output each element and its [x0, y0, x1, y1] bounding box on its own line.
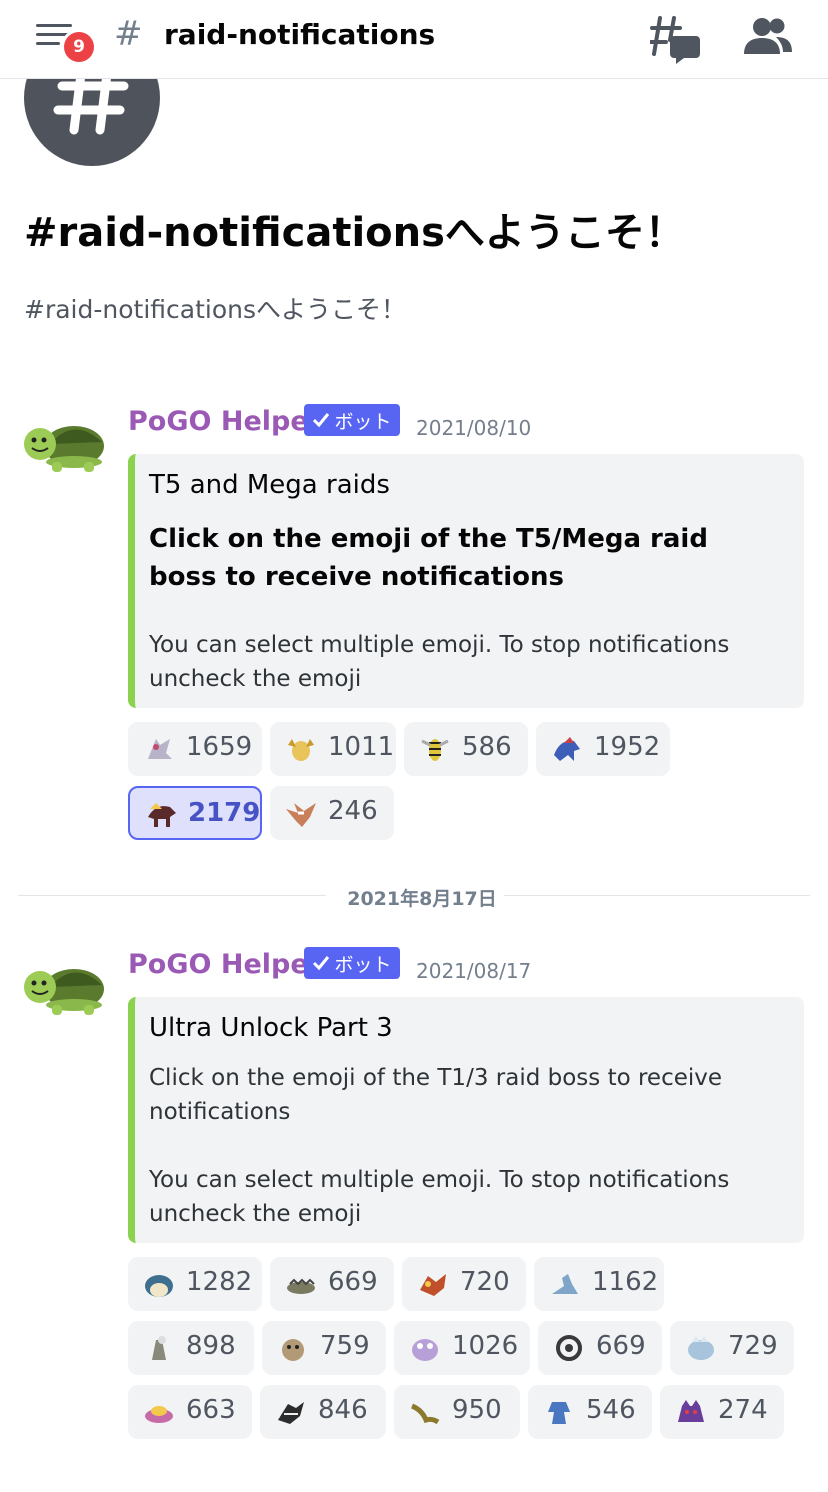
pokemon-emoji-icon: [548, 1270, 582, 1298]
bot-tag-label: ボット: [334, 410, 392, 433]
date-divider: 2021年8月17日: [18, 884, 810, 910]
reaction-count: 246: [328, 796, 378, 826]
pokemon-emoji-icon: [418, 735, 452, 763]
reaction-button[interactable]: 274: [660, 1385, 784, 1439]
reaction-button[interactable]: 898: [128, 1321, 254, 1375]
pokemon-emoji-icon: [142, 1270, 176, 1298]
members-icon: [744, 18, 792, 54]
pokemon-emoji-icon: [550, 735, 584, 763]
reaction-button[interactable]: 586: [404, 722, 528, 776]
reaction-button[interactable]: 950: [394, 1385, 520, 1439]
reaction-button[interactable]: 1659: [128, 722, 262, 776]
reaction-count: 729: [728, 1331, 778, 1361]
reaction-count: 669: [596, 1331, 646, 1361]
pokemon-emoji-icon: [284, 735, 318, 763]
member-list-button[interactable]: [742, 16, 794, 58]
pokemon-emoji-icon: [408, 1334, 442, 1362]
channel-header: 9 # raid-notifications: [0, 0, 828, 79]
checkmark-icon: [313, 413, 330, 428]
pokemon-emoji-icon: [284, 1270, 318, 1298]
reaction-count: 586: [462, 732, 512, 762]
reaction-button[interactable]: 1011: [270, 722, 396, 776]
reaction-button[interactable]: 1952: [536, 722, 670, 776]
reaction-button[interactable]: 1162: [534, 1257, 664, 1311]
reaction-button[interactable]: 729: [670, 1321, 794, 1375]
bot-tag: ボット: [304, 404, 400, 436]
reaction-count: 898: [186, 1331, 236, 1361]
message-author[interactable]: PoGO Helper: [128, 406, 322, 437]
reaction-count: 663: [186, 1395, 236, 1425]
reaction-button[interactable]: 246: [270, 786, 394, 840]
pokemon-emoji-icon: [408, 1398, 442, 1426]
threads-button[interactable]: [648, 14, 702, 64]
menu-button[interactable]: 9: [36, 20, 94, 62]
embed-description: You can select multiple emoji. To stop n…: [149, 632, 730, 692]
reaction-count: 759: [320, 1331, 370, 1361]
pokemon-emoji-icon: [142, 735, 176, 763]
reaction-count: 1659: [186, 732, 253, 762]
reaction-button[interactable]: 1282: [128, 1257, 262, 1311]
pokemon-emoji-icon: [552, 1334, 586, 1362]
reaction-count: 669: [328, 1267, 378, 1297]
pokemon-emoji-icon: [674, 1398, 708, 1426]
reaction-count: 1282: [186, 1267, 253, 1297]
reaction-count: 2179: [188, 798, 261, 828]
pokemon-emoji-icon: [416, 1270, 450, 1298]
embed-description: Click on the emoji of the T1/3 raid boss…: [149, 1065, 723, 1125]
bot-tag: ボット: [304, 947, 400, 979]
reaction-count: 1026: [452, 1331, 519, 1361]
reaction-button[interactable]: 546: [528, 1385, 652, 1439]
embed: Ultra Unlock Part 3 Click on the emoji o…: [128, 997, 804, 1243]
message-timestamp: 2021/08/10: [416, 416, 532, 440]
pokemon-emoji-icon: [274, 1398, 308, 1426]
pokemon-emoji-icon: [142, 1334, 176, 1362]
reaction-button[interactable]: 663: [128, 1385, 252, 1439]
reaction-button[interactable]: 669: [270, 1257, 394, 1311]
bot-tag-label: ボット: [334, 953, 392, 976]
turtle-avatar-icon[interactable]: [22, 414, 106, 474]
pokemon-emoji-icon: [144, 801, 178, 829]
notification-badge: 9: [64, 32, 94, 62]
checkmark-icon: [313, 956, 330, 971]
reaction-count: 274: [718, 1395, 768, 1425]
welcome-description: #raid-notificationsへようこそ！: [24, 295, 406, 324]
reaction-count: 846: [318, 1395, 368, 1425]
reaction-count: 720: [460, 1267, 510, 1297]
message-timestamp: 2021/08/17: [416, 959, 532, 983]
welcome-heading: #raid-notificationsへようこそ！: [24, 210, 685, 256]
turtle-avatar-icon[interactable]: [22, 957, 106, 1017]
reaction-count: 546: [586, 1395, 636, 1425]
threads-icon: [648, 16, 700, 64]
embed-title: Ultra Unlock Part 3: [149, 1013, 393, 1043]
channel-hash-icon: #: [114, 14, 143, 54]
reaction-count: 950: [452, 1395, 502, 1425]
message-author[interactable]: PoGO Helper: [128, 949, 322, 980]
reaction-button[interactable]: 669: [538, 1321, 662, 1375]
reaction-count: 1011: [328, 732, 395, 762]
embed-description-bold: Click on the emoji of the T5/Mega raid b…: [149, 524, 708, 592]
embed-description: You can select multiple emoji. To stop n…: [149, 1167, 730, 1227]
pokemon-emoji-icon: [276, 1334, 310, 1362]
reaction-button-selected[interactable]: 2179: [128, 786, 262, 840]
reaction-button[interactable]: 759: [262, 1321, 386, 1375]
reaction-button[interactable]: 846: [260, 1385, 386, 1439]
embed: T5 and Mega raids Click on the emoji of …: [128, 454, 804, 708]
reaction-count: 1162: [592, 1267, 659, 1297]
date-divider-label: 2021年8月17日: [347, 888, 497, 910]
reaction-button[interactable]: 720: [402, 1257, 526, 1311]
pokemon-emoji-icon: [542, 1398, 576, 1426]
pokemon-emoji-icon: [142, 1398, 176, 1426]
reaction-count: 1952: [594, 732, 661, 762]
embed-title: T5 and Mega raids: [149, 470, 390, 500]
reaction-button[interactable]: 1026: [394, 1321, 530, 1375]
pokemon-emoji-icon: [284, 799, 318, 827]
pokemon-emoji-icon: [684, 1334, 718, 1362]
channel-title: raid-notifications: [164, 18, 436, 51]
